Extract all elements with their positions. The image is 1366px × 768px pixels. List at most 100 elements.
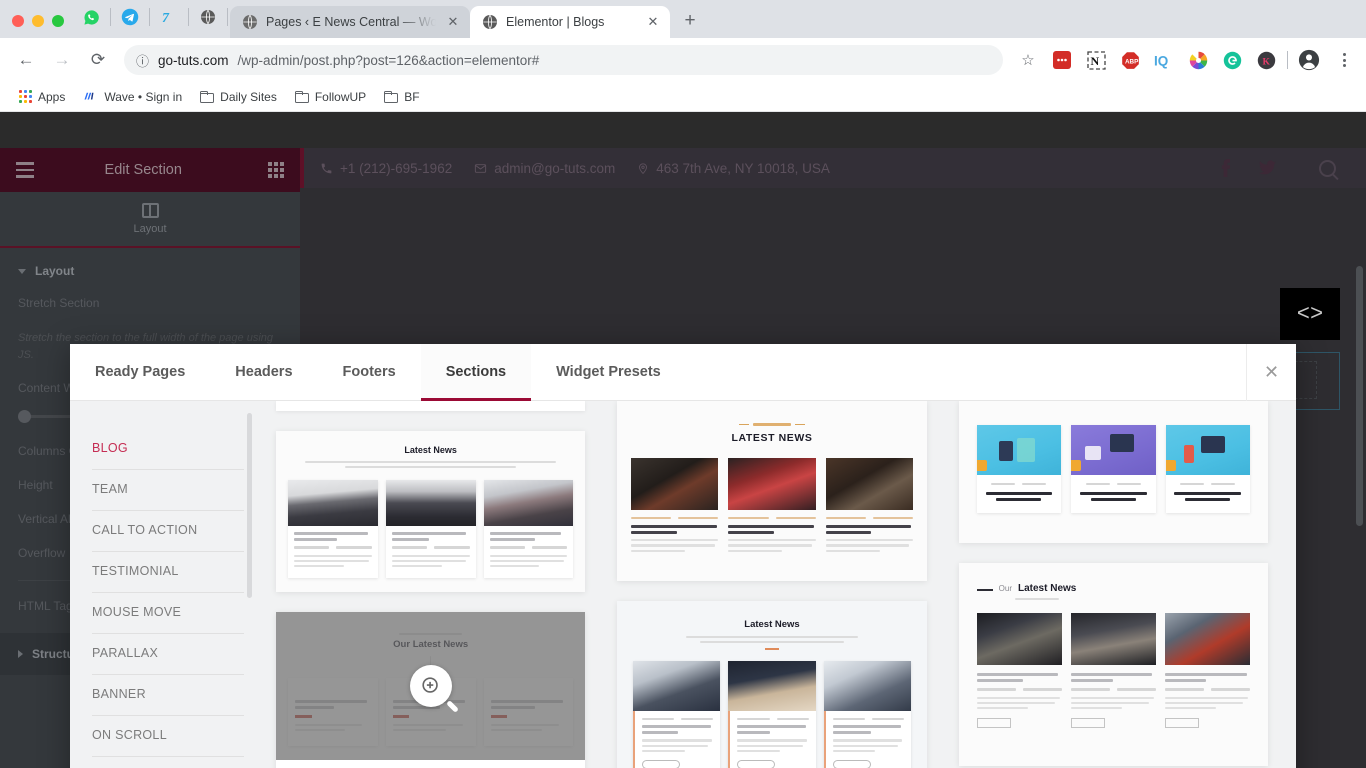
close-icon[interactable]: ✕ xyxy=(1246,344,1296,401)
hamburger-icon[interactable] xyxy=(16,162,34,178)
template-card-latest-news[interactable]: Latest News xyxy=(276,431,586,593)
category-scrollbar[interactable] xyxy=(247,413,252,598)
iq-icon[interactable]: IQ xyxy=(1151,47,1177,73)
close-tab-button[interactable]: ✕ xyxy=(444,13,462,31)
chrome-menu-button[interactable] xyxy=(1332,53,1356,67)
bookmark-apps[interactable]: Apps xyxy=(12,87,72,107)
category-team[interactable]: TEAM xyxy=(92,470,244,511)
category-css[interactable]: CSS xyxy=(92,757,244,768)
window-controls[interactable] xyxy=(8,15,74,38)
dots-grid-icon[interactable] xyxy=(268,162,284,178)
forward-button[interactable]: → xyxy=(46,44,78,76)
category-blog[interactable]: BLOG xyxy=(92,429,244,470)
category-mouse-move[interactable]: MOUSE MOVE xyxy=(92,593,244,634)
divider xyxy=(188,8,189,26)
colorpick-icon[interactable] xyxy=(1185,47,1211,73)
phone-icon xyxy=(321,163,332,173)
insert-button[interactable]: Insert xyxy=(276,760,586,768)
setting-stretch-section[interactable]: Stretch Section xyxy=(18,296,282,310)
new-tab-button[interactable]: + xyxy=(676,7,704,35)
svg-text:K: K xyxy=(1262,57,1270,67)
category-call-to-action[interactable]: CALL TO ACTION xyxy=(92,511,244,552)
close-window-button[interactable] xyxy=(12,15,24,27)
template-heading: Latest News xyxy=(744,618,800,630)
site-info-icon[interactable]: ⓘ xyxy=(136,51,149,70)
bookmark-daily-sites[interactable]: Daily Sites xyxy=(193,87,284,107)
bookmark-star-icon[interactable]: ☆ xyxy=(1013,45,1043,75)
wordpress-pin-icon[interactable] xyxy=(191,4,225,30)
post-card xyxy=(631,458,719,555)
bookmark-wave[interactable]: Wave • Sign in xyxy=(76,87,189,107)
layout-section-header[interactable]: Layout xyxy=(18,264,282,278)
lastpass-icon[interactable] xyxy=(1049,47,1075,73)
back-button[interactable]: ← xyxy=(10,44,42,76)
template-heading-pre: Our xyxy=(998,584,1012,594)
tab-headers[interactable]: Headers xyxy=(210,344,317,400)
category-on-scroll[interactable]: ON SCROLL xyxy=(92,716,244,757)
template-card-our-latest-news[interactable]: Our Latest News xyxy=(276,612,586,768)
bookmark-followup[interactable]: FollowUP xyxy=(288,87,373,107)
browser-window: 7 Pages ‹ E News Central — Wor ✕ Element… xyxy=(0,0,1366,768)
maximize-window-button[interactable] xyxy=(52,15,64,27)
whatsapp-icon[interactable] xyxy=(74,4,108,30)
modal-tabbar: Ready Pages Headers Footers Sections Wid… xyxy=(70,344,1296,401)
template-preview: Our Latest News xyxy=(276,612,586,761)
template-preview: Latest News xyxy=(617,600,927,768)
profile-icon[interactable] xyxy=(1296,47,1322,73)
bookmark-bf[interactable]: BF xyxy=(377,87,426,107)
browser-tab-elementor[interactable]: Elementor | Blogs ✕ xyxy=(470,6,670,38)
post-thumbnail xyxy=(385,480,476,527)
template-card-latest-news-business[interactable]: Latest News xyxy=(617,600,927,768)
browser-tab-pages[interactable]: Pages ‹ E News Central — Wor ✕ xyxy=(230,6,470,38)
folder-icon xyxy=(200,90,215,103)
tab-sections[interactable]: Sections xyxy=(420,344,532,401)
template-card-our-latest-news-mechanic[interactable]: Our Latest News xyxy=(958,563,1268,767)
template-post-row xyxy=(976,613,1250,729)
canvas-scrollbar[interactable] xyxy=(1356,266,1363,526)
post-thumbnail xyxy=(1070,613,1156,666)
tab-ready-pages[interactable]: Ready Pages xyxy=(70,344,210,400)
close-tab-button[interactable]: ✕ xyxy=(644,13,662,31)
category-banner[interactable]: BANNER xyxy=(92,675,244,716)
facebook-icon[interactable] xyxy=(1220,159,1231,177)
panel-header: Edit Section xyxy=(0,148,300,192)
tab-widget-presets[interactable]: Widget Presets xyxy=(531,344,686,400)
template-card-partial-top xyxy=(276,401,586,411)
template-post-row xyxy=(631,458,913,555)
search-icon[interactable] xyxy=(1319,159,1336,177)
tab-layout[interactable]: Layout xyxy=(0,192,300,246)
kami-icon[interactable]: K xyxy=(1253,47,1279,73)
address-text: 463 7th Ave, NY 10018, USA xyxy=(656,160,830,176)
bookmark-label: Daily Sites xyxy=(220,89,277,104)
tab-footers[interactable]: Footers xyxy=(318,344,421,400)
flipboard-icon[interactable]: 7 xyxy=(152,4,186,30)
post-card xyxy=(728,661,816,768)
grammarly-icon[interactable] xyxy=(1219,47,1245,73)
template-preview xyxy=(958,401,1268,544)
template-preview: Latest News xyxy=(276,431,586,593)
category-parallax[interactable]: PARALLAX xyxy=(92,634,244,675)
html-code-widget[interactable]: <> xyxy=(1280,288,1340,340)
address-bar[interactable]: ⓘ go-tuts.com/wp-admin/post.php?post=126… xyxy=(124,45,1003,75)
notion-icon[interactable]: N xyxy=(1083,47,1109,73)
read-more-button xyxy=(1070,718,1105,729)
tab-label: Layout xyxy=(133,223,167,235)
template-card-illustration-blog[interactable] xyxy=(958,401,1268,544)
minimize-window-button[interactable] xyxy=(32,15,44,27)
post-thumbnail xyxy=(823,661,911,712)
template-card-latest-news-food[interactable]: LATEST NEWS xyxy=(617,401,927,581)
template-preview: Our Latest News xyxy=(958,563,1268,767)
post-thumbnail xyxy=(728,661,816,712)
browser-toolbar: ← → ⟳ ⓘ go-tuts.com/wp-admin/post.php?po… xyxy=(0,38,1366,82)
twitter-icon[interactable] xyxy=(1259,160,1276,176)
adblock-icon[interactable]: ABP xyxy=(1117,47,1143,73)
magnify-plus-icon[interactable] xyxy=(409,665,452,708)
reload-button[interactable]: ⟳ xyxy=(82,44,114,76)
folder-icon xyxy=(384,90,399,103)
post-thumbnail xyxy=(976,425,1062,475)
category-testimonial[interactable]: TESTIMONIAL xyxy=(92,552,244,593)
post-thumbnail xyxy=(825,458,913,510)
telegram-icon[interactable] xyxy=(113,4,147,30)
learn-more-button xyxy=(832,759,871,768)
template-hover-overlay[interactable] xyxy=(276,612,586,761)
